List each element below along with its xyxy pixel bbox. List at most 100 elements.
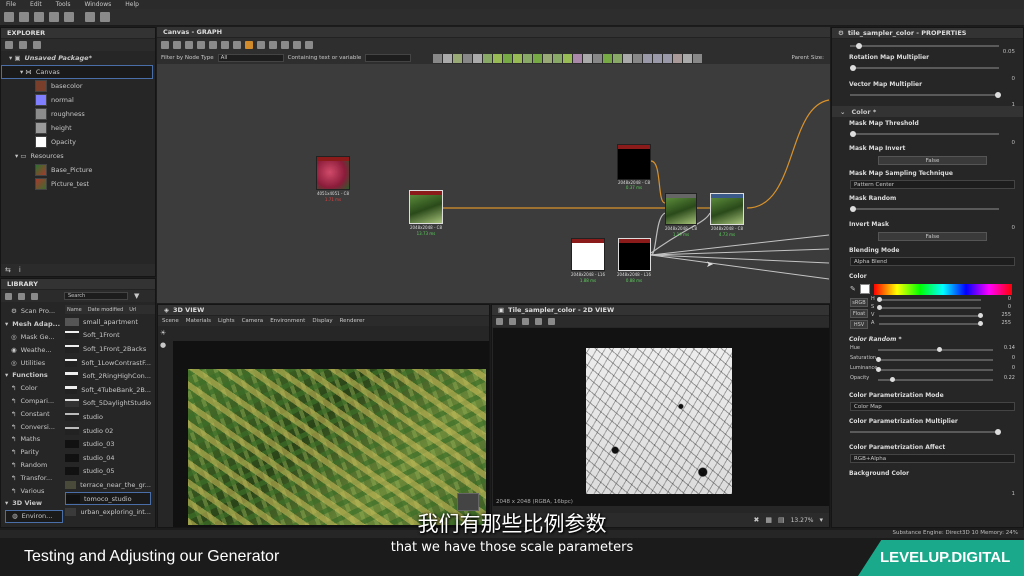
color-random-row[interactable]: Opacity 0.22 xyxy=(850,375,1017,385)
mask-threshold-slider[interactable] xyxy=(850,129,999,139)
color-random-row[interactable]: Saturation 0 xyxy=(850,355,1017,365)
list-item[interactable]: Soft_5DaylightStudio xyxy=(65,397,151,411)
mask-threshold-value[interactable]: 0 xyxy=(1012,140,1016,146)
output-roughness[interactable]: roughness xyxy=(1,107,155,121)
resources-row[interactable]: ▾ ▭ Resources xyxy=(1,149,155,163)
view3d-menu-renderer[interactable]: Renderer xyxy=(340,318,365,324)
mask-icon[interactable] xyxy=(535,318,542,325)
channels-icon[interactable] xyxy=(548,318,555,325)
save-all-icon[interactable] xyxy=(64,12,74,22)
category-item[interactable]: ↰ Various xyxy=(5,484,63,497)
output-normal[interactable]: normal xyxy=(1,93,155,107)
menu-windows[interactable]: Windows xyxy=(84,1,111,8)
list-item[interactable]: studio_04 xyxy=(65,451,151,465)
list-item[interactable]: Soft_2RingHighCon... xyxy=(65,369,151,383)
list-item[interactable]: studio_03 xyxy=(65,437,151,451)
list-item[interactable]: studio 02 xyxy=(65,424,151,438)
hsva-row[interactable]: H0 xyxy=(871,296,1011,304)
color-param-mode-select[interactable]: Color Map xyxy=(850,402,1015,411)
new-file-icon[interactable] xyxy=(4,12,14,22)
slider-knob[interactable] xyxy=(994,92,1001,98)
shape-node[interactable] xyxy=(571,238,605,271)
color-swatch[interactable] xyxy=(859,284,870,294)
color-section-header[interactable]: ⌄ Color * xyxy=(832,106,1023,117)
rotation-random-value[interactable]: 0.05 xyxy=(1003,49,1015,55)
category-item[interactable]: ↰ Constant xyxy=(5,407,63,420)
color-param-affect-select[interactable]: RGB+Alpha xyxy=(850,454,1015,463)
list-item[interactable]: Soft_1LowContrastF... xyxy=(65,356,151,370)
list-item[interactable]: terrace_near_the_gr... xyxy=(65,478,151,492)
bitmap-node[interactable] xyxy=(316,156,350,190)
hsva-row[interactable]: A 255 xyxy=(871,320,1011,328)
list-item[interactable]: tomoco_studio xyxy=(65,491,151,506)
mask-random-value[interactable]: 0 xyxy=(1012,225,1016,231)
fit-icon[interactable] xyxy=(496,318,503,325)
color-random-row[interactable]: Hue 0.14 xyxy=(850,345,1017,355)
category-item[interactable]: ▾ Functions xyxy=(5,369,63,382)
new-icon[interactable] xyxy=(19,41,27,49)
save-icon[interactable] xyxy=(509,318,516,325)
category-item[interactable]: ◉ Weathe... xyxy=(5,343,63,356)
sun-icon[interactable]: ☀ xyxy=(160,329,170,337)
sort-icon[interactable] xyxy=(5,292,12,300)
srgb-mode-button[interactable]: sRGB xyxy=(850,298,868,307)
color-param-multiplier-value[interactable]: 1 xyxy=(1012,491,1016,497)
list-item[interactable]: Soft_4TubeBank_2B... xyxy=(65,383,151,397)
package-row[interactable]: ▾ ▣ Unsaved Package* xyxy=(1,51,155,65)
grid-view-icon[interactable] xyxy=(18,292,25,300)
uniform-color-node[interactable] xyxy=(617,144,651,180)
color-random-row[interactable]: Luminance 0 xyxy=(850,365,1017,375)
column-header[interactable]: Url xyxy=(129,307,136,313)
output-basecolor[interactable]: basecolor xyxy=(1,79,155,93)
category-item[interactable]: ↰ Transfor... xyxy=(5,471,63,484)
color-param-multiplier-slider[interactable] xyxy=(850,427,1001,437)
eyedropper-icon[interactable]: ✎ xyxy=(850,285,856,293)
category-item[interactable]: ↰ Compari... xyxy=(5,395,63,408)
list-item[interactable]: small_apartment xyxy=(65,315,151,329)
category-item[interactable]: ↰ Parity xyxy=(5,446,63,459)
view2d-canvas[interactable] xyxy=(493,328,829,506)
category-item[interactable]: ↰ Random xyxy=(5,459,63,472)
view3d-menu-camera[interactable]: Camera xyxy=(242,318,264,324)
bulb-icon[interactable]: ● xyxy=(160,341,170,349)
menu-edit[interactable]: Edit xyxy=(30,1,42,8)
resource-item[interactable]: Picture_test xyxy=(1,177,155,191)
funnel-icon[interactable]: ▼ xyxy=(134,292,139,300)
list-item[interactable]: Soft_1Front_2Backs xyxy=(65,342,151,356)
rotation-map-multiplier-slider[interactable] xyxy=(850,63,999,73)
filter-icon[interactable]: ⇆ xyxy=(5,266,11,274)
hsva-row[interactable]: V 255 xyxy=(871,312,1011,320)
resource-item[interactable]: Base_Picture xyxy=(1,163,155,177)
copy-icon[interactable] xyxy=(522,318,529,325)
vector-map-multiplier-value[interactable]: 1 xyxy=(1012,102,1016,108)
category-item[interactable]: ▾ Mesh Adap... xyxy=(5,318,63,331)
menu-file[interactable]: File xyxy=(6,1,16,8)
import-icon[interactable] xyxy=(33,41,41,49)
list-item[interactable]: studio xyxy=(65,410,151,424)
view3d-menu-lights[interactable]: Lights xyxy=(218,318,235,324)
list-item[interactable]: studio_05 xyxy=(65,465,151,479)
hsva-row[interactable]: S0 xyxy=(871,304,1011,312)
slider-knob[interactable] xyxy=(850,65,856,71)
library-search-input[interactable]: Search xyxy=(64,292,128,300)
rotation-random-slider[interactable] xyxy=(850,41,999,51)
float-mode-button[interactable]: Float xyxy=(850,309,868,318)
view3d-menu-display[interactable]: Display xyxy=(312,318,332,324)
save-icon[interactable] xyxy=(49,12,59,22)
info-icon[interactable]: i xyxy=(19,266,21,274)
menu-tools[interactable]: Tools xyxy=(56,1,71,8)
invert-mask-toggle[interactable]: False xyxy=(878,232,987,241)
slider-knob[interactable] xyxy=(850,206,856,212)
rotation-map-multiplier-value[interactable]: 0 xyxy=(1012,76,1016,82)
category-item[interactable]: ◎ Utilities xyxy=(5,356,63,369)
menu-help[interactable]: Help xyxy=(125,1,139,8)
category-item[interactable]: ⚙ Scan Pro... xyxy=(5,305,63,318)
edit-icon[interactable] xyxy=(31,292,38,300)
mask-invert-toggle[interactable]: False xyxy=(878,156,987,165)
category-item[interactable]: ↰ Maths xyxy=(5,433,63,446)
bitmap-node-main[interactable] xyxy=(409,190,443,224)
blending-mode-select[interactable]: Alpha Blend xyxy=(850,257,1015,266)
view3d-menu-scene[interactable]: Scene xyxy=(162,318,179,324)
slider-knob[interactable] xyxy=(855,43,862,49)
category-item[interactable]: ↰ Conversi... xyxy=(5,420,63,433)
